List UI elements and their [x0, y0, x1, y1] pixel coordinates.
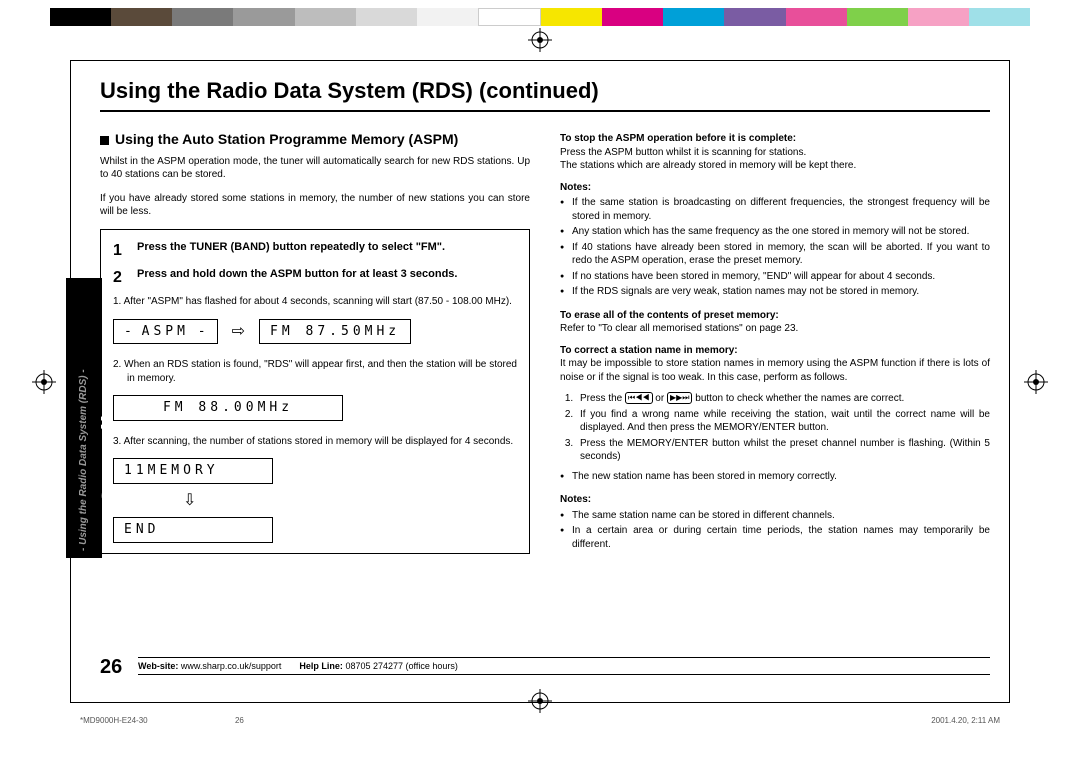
content-area: - Using the Radio Data System (RDS) - RD… — [100, 78, 990, 685]
substep-3: 3. After scanning, the number of station… — [113, 435, 517, 449]
result-list: The new station name has been stored in … — [560, 470, 990, 484]
step-number: 2 — [113, 267, 127, 289]
heading-erase: To erase all of the contents of preset m… — [560, 309, 990, 323]
list-item: The new station name has been stored in … — [560, 470, 990, 484]
registration-mark-icon — [32, 370, 56, 394]
registration-mark-icon — [1024, 370, 1048, 394]
list-item: Press the MEMORY/ENTER button whilst the… — [576, 437, 990, 464]
slug-file: *MD9000H-E24-30 — [80, 716, 148, 725]
lcd-display: FM 88.00MHz — [113, 395, 343, 421]
body-text: Refer to "To clear all memorised station… — [560, 322, 990, 336]
page-root: - Using the Radio Data System (RDS) - RD… — [0, 0, 1080, 763]
page-title: Using the Radio Data System (RDS) (conti… — [100, 78, 990, 112]
lcd-col-memory: 11MEMORY ⇩ END — [113, 458, 517, 543]
prev-track-icon: ⏮◀◀ — [625, 392, 652, 404]
arrow-right-icon: ⇨ — [232, 321, 245, 343]
intro-text: If you have already stored some stations… — [100, 192, 530, 219]
notes-list-1: If the same station is broadcasting on d… — [560, 196, 990, 299]
lcd-row-aspm: - ASPM - ⇨ FM 87.50MHz — [113, 319, 517, 345]
right-column: To stop the ASPM operation before it is … — [560, 130, 990, 561]
heading-stop-aspm: To stop the ASPM operation before it is … — [560, 132, 990, 146]
footer-helpline: Help Line: 08705 274277 (office hours) — [299, 661, 457, 671]
slug-line: *MD9000H-E24-30 26 2001.4.20, 2:11 AM — [80, 716, 1000, 725]
footer-website: Web-site: www.sharp.co.uk/support — [138, 661, 281, 671]
list-item: If no stations have been stored in memor… — [560, 270, 990, 284]
side-tab-subtitle: - Using the Radio Data System (RDS) - — [78, 281, 89, 551]
procedure-box: 1 Press the TUNER (BAND) button repeated… — [100, 229, 530, 554]
list-item: In a certain area or during certain time… — [560, 524, 990, 551]
notes-list-2: The same station name can be stored in d… — [560, 509, 990, 552]
columns: Using the Auto Station Programme Memory … — [100, 130, 990, 561]
slug-datetime: 2001.4.20, 2:11 AM — [931, 716, 1000, 725]
body-text: The stations which are already stored in… — [560, 159, 990, 173]
step-text: Press the TUNER (BAND) button repeatedly… — [137, 240, 445, 262]
substep-1: 1. After "ASPM" has flashed for about 4 … — [113, 295, 517, 309]
step-text: Press and hold down the ASPM button for … — [137, 267, 457, 289]
lcd-row-fm88: FM 88.00MHz — [113, 395, 517, 421]
square-bullet-icon — [100, 136, 109, 145]
slug-page: 26 — [235, 716, 244, 725]
section-heading: Using the Auto Station Programme Memory … — [100, 130, 530, 149]
side-tab: - Using the Radio Data System (RDS) - RD… — [66, 278, 102, 558]
left-column: Using the Auto Station Programme Memory … — [100, 130, 530, 561]
color-calibration-bar — [50, 8, 1030, 26]
notes-heading: Notes: — [560, 181, 990, 195]
list-item: If 40 stations have already been stored … — [560, 241, 990, 268]
list-item: Any station which has the same frequency… — [560, 225, 990, 239]
lcd-display: END — [113, 517, 273, 543]
correct-steps-list: Press the ⏮◀◀ or ▶▶⏭ button to check whe… — [560, 392, 990, 464]
step-2: 2 Press and hold down the ASPM button fo… — [113, 267, 517, 289]
lcd-display: FM 87.50MHz — [259, 319, 411, 345]
step-1: 1 Press the TUNER (BAND) button repeated… — [113, 240, 517, 262]
lcd-display: - ASPM - — [113, 319, 218, 345]
list-item: The same station name can be stored in d… — [560, 509, 990, 523]
arrow-down-icon: ⇩ — [183, 490, 196, 512]
list-item: If you find a wrong name while receiving… — [576, 408, 990, 435]
registration-mark-icon — [528, 28, 552, 52]
side-tab-title: RDS Radio — [96, 278, 102, 548]
substep-2: 2. When an RDS station is found, "RDS" w… — [113, 358, 517, 385]
next-track-icon: ▶▶⏭ — [667, 392, 693, 404]
notes-heading: Notes: — [560, 493, 990, 507]
lcd-display: 11MEMORY — [113, 458, 273, 484]
step-number: 1 — [113, 240, 127, 262]
footer-line: Web-site: www.sharp.co.uk/support Help L… — [138, 657, 990, 675]
body-text: It may be impossible to store station na… — [560, 357, 990, 384]
page-number: 26 — [100, 656, 122, 679]
list-item: If the same station is broadcasting on d… — [560, 196, 990, 223]
intro-text: Whilst in the ASPM operation mode, the t… — [100, 155, 530, 182]
list-item: Press the ⏮◀◀ or ▶▶⏭ button to check whe… — [576, 392, 990, 406]
heading-correct: To correct a station name in memory: — [560, 344, 990, 358]
list-item: If the RDS signals are very weak, statio… — [560, 285, 990, 299]
body-text: Press the ASPM button whilst it is scann… — [560, 146, 990, 160]
